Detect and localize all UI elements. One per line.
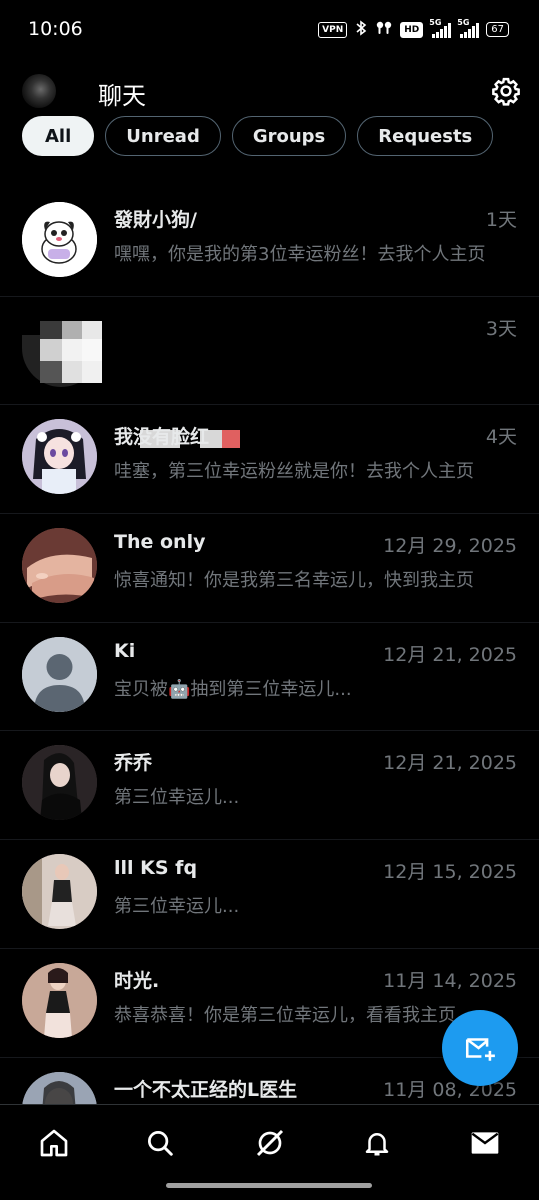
new-message-button[interactable] bbox=[442, 1010, 518, 1086]
tab-groups[interactable]: Groups bbox=[231, 116, 347, 156]
chat-time: 3天 bbox=[485, 317, 517, 340]
chat-preview: 宝贝被🤖抽到第三位幸运儿... bbox=[114, 678, 352, 700]
page-title: 聊天 bbox=[98, 82, 146, 110]
chat-preview: 第三位幸运儿... bbox=[114, 896, 240, 918]
vpn-icon: VPN bbox=[318, 21, 348, 38]
chat-name: 一个不太正经的L医生 bbox=[114, 1078, 298, 1101]
mail-icon[interactable] bbox=[465, 1123, 505, 1163]
chat-preview: 嘿嘿，你是我的第3位幸运粉丝！去我个人主页 bbox=[114, 244, 486, 265]
chat-row[interactable]: Ki 12月 21, 2025 宝贝被🤖抽到第三位幸运儿... bbox=[0, 623, 539, 732]
avatar bbox=[22, 419, 97, 495]
status-bar: 10:06 VPN HD 5G 5G 67 bbox=[0, 0, 539, 60]
chat-row[interactable]: lll KS fq 12月 15, 2025 第三位幸运儿... bbox=[0, 840, 539, 949]
chat-name: The only bbox=[114, 531, 206, 554]
hd-icon: HD bbox=[400, 21, 424, 38]
chat-name: 發財小狗/ bbox=[114, 209, 197, 231]
avatar bbox=[22, 202, 97, 277]
chat-preview: 惊喜通知！你是我第三名幸运儿，快到我主页 bbox=[114, 570, 474, 592]
chat-time: 12月 21, 2025 bbox=[383, 643, 517, 666]
signal-icon-2: 5G bbox=[457, 18, 480, 38]
chat-time: 12月 15, 2025 bbox=[383, 861, 517, 884]
chat-row[interactable]: 發財小狗/ 1天 嘿嘿，你是我的第3位幸运粉丝！去我个人主页 bbox=[0, 188, 539, 297]
bluetooth-icon bbox=[354, 20, 368, 39]
signal-icon: 5G bbox=[429, 18, 452, 38]
default-avatar-icon bbox=[22, 636, 97, 712]
chat-name: 乔乔 bbox=[114, 752, 153, 775]
bell-icon[interactable] bbox=[357, 1123, 397, 1163]
grok-icon[interactable] bbox=[250, 1123, 290, 1163]
battery-icon: 67 bbox=[486, 22, 509, 37]
chat-row[interactable]: 我没有脸红 4天 哇塞，第三位幸运粉丝就是你！去我个人主页 bbox=[0, 405, 539, 515]
tab-unread[interactable]: Unread bbox=[105, 116, 221, 156]
home-indicator bbox=[166, 1183, 372, 1188]
search-icon[interactable] bbox=[140, 1123, 180, 1163]
chat-screen: 10:06 VPN HD 5G 5G 67 聊天 All Unread Grou… bbox=[0, 0, 539, 1200]
avatar bbox=[22, 745, 97, 821]
avatar bbox=[22, 854, 97, 930]
header: 聊天 bbox=[0, 62, 539, 120]
avatar bbox=[22, 962, 97, 1038]
filter-tabs: All Unread Groups Requests bbox=[22, 116, 494, 158]
chat-time: 1天 bbox=[485, 209, 517, 231]
chat-preview: 哇塞，第三位幸运粉丝就是你！去我个人主页 bbox=[114, 461, 474, 483]
new-message-icon bbox=[465, 1038, 495, 1061]
chat-preview: 第三位幸运儿... bbox=[114, 787, 240, 809]
status-icons: VPN HD 5G 5G 67 bbox=[318, 18, 509, 39]
chat-row[interactable]: The only 12月 29, 2025 惊喜通知！你是我第三名幸运儿，快到我… bbox=[0, 514, 539, 623]
avatar bbox=[22, 528, 97, 604]
chat-name: Ki bbox=[114, 639, 136, 662]
earbuds-icon bbox=[375, 20, 393, 39]
status-time: 10:06 bbox=[28, 18, 83, 40]
chat-name: 我没有脸红 bbox=[114, 426, 210, 449]
chat-row[interactable]: 3天 bbox=[0, 297, 539, 448]
tab-requests[interactable]: Requests bbox=[357, 116, 494, 156]
chat-time: 4天 bbox=[485, 426, 517, 449]
chat-name: lll KS fq bbox=[114, 857, 198, 880]
home-icon[interactable] bbox=[34, 1123, 74, 1163]
tab-all[interactable]: All bbox=[22, 116, 95, 156]
chat-time: 11月 14, 2025 bbox=[383, 969, 517, 992]
avatar bbox=[22, 311, 102, 387]
chat-name: 时光. bbox=[114, 969, 160, 992]
profile-avatar[interactable] bbox=[22, 74, 56, 108]
chat-time: 12月 21, 2025 bbox=[383, 752, 517, 775]
gear-icon[interactable] bbox=[491, 76, 521, 106]
chat-row[interactable]: 乔乔 12月 21, 2025 第三位幸运儿... bbox=[0, 731, 539, 841]
chat-time: 12月 29, 2025 bbox=[383, 535, 517, 558]
